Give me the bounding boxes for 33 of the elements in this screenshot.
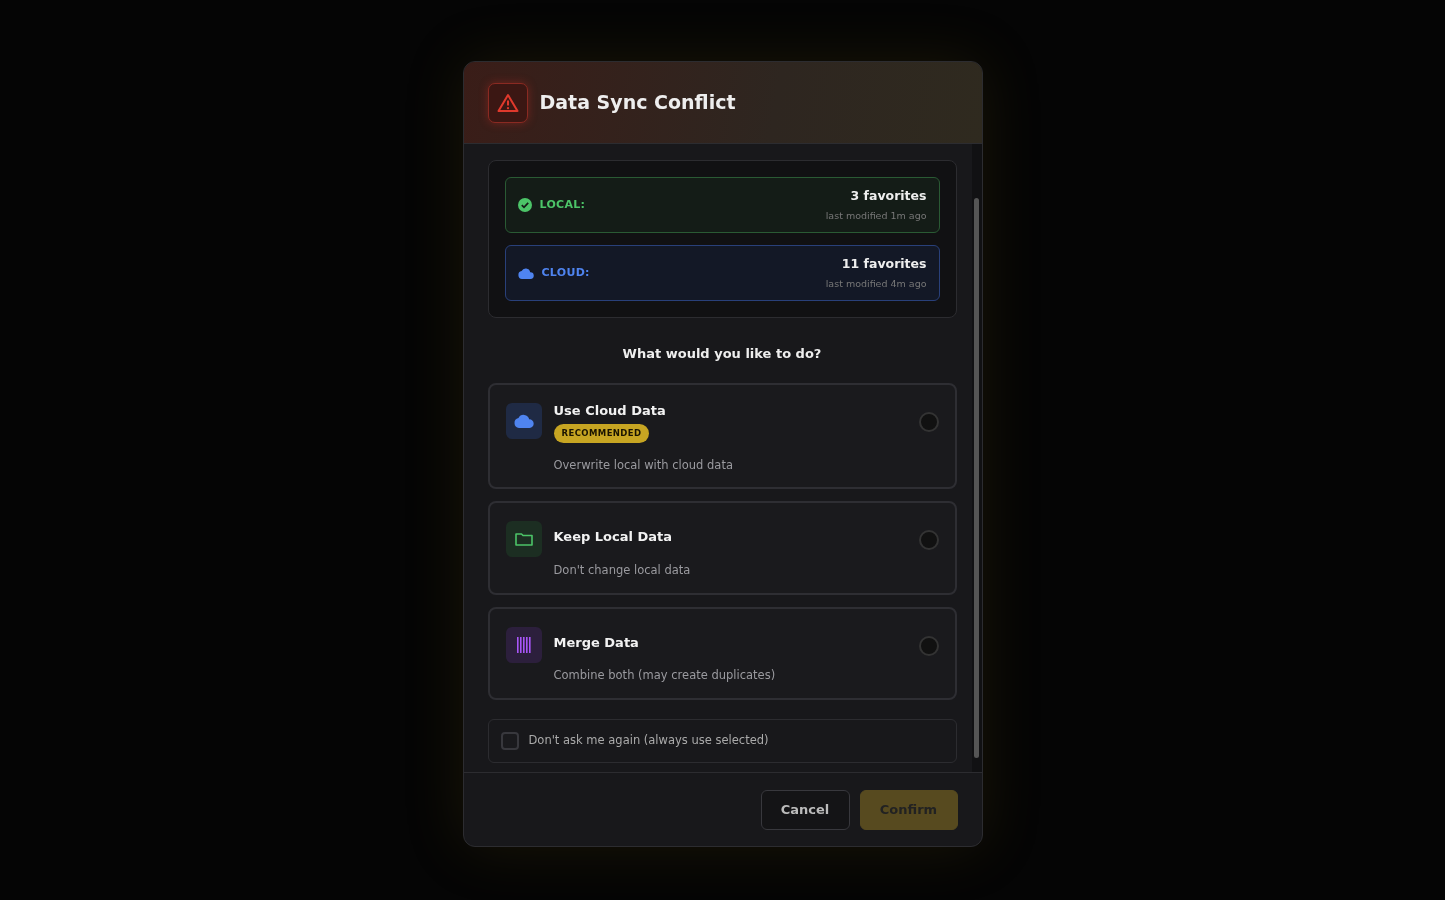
favorites-count: 3 favorites (850, 187, 927, 205)
scrollbar-thumb[interactable] (974, 198, 979, 758)
option-description: Combine both (may create duplicates) (553, 667, 776, 685)
question-text: What would you like to do? (621, 345, 823, 363)
favorites-count: 11 favorites (841, 255, 927, 273)
option-title: Use Cloud Data (553, 402, 666, 420)
option-description: Don't change local data (553, 562, 691, 580)
option-title: Keep Local Data (553, 529, 673, 547)
check-circle-icon (517, 198, 532, 212)
cloud-icon (505, 402, 542, 439)
modified-time: last modified 1m ago (825, 208, 927, 223)
radio-button[interactable] (918, 411, 939, 432)
option-card[interactable]: Merge Data Combine both (may create duplicates) (487, 606, 957, 700)
checkbox-label: Don't ask me again (always use selected) (528, 732, 769, 750)
cloud-icon (517, 267, 534, 279)
scrollbar[interactable] (971, 144, 982, 772)
checkbox[interactable] (500, 731, 519, 750)
modified-time: last modified 4m ago (825, 276, 927, 291)
remember-option[interactable]: Don't ask me again (always use selected) (487, 718, 957, 763)
option-card[interactable]: Use Cloud Data RECOMMENDED Overwrite local with cloud data (487, 382, 957, 490)
cancel-button[interactable]: Cancel (760, 789, 850, 830)
radio-button[interactable] (918, 635, 939, 656)
folder-icon (505, 521, 542, 558)
option-card[interactable]: Keep Local Data Don't change local data (487, 501, 957, 595)
source-label: CLOUD: (541, 264, 590, 281)
source-label: LOCAL: (539, 196, 586, 213)
recommended-badge: RECOMMENDED (553, 424, 650, 444)
dialog-title: Data Sync Conflict (539, 91, 736, 114)
bars-icon (505, 626, 542, 663)
option-title: Merge Data (553, 634, 639, 652)
warning-icon (487, 82, 528, 123)
option-description: Overwrite local with cloud data (553, 457, 733, 475)
radio-button[interactable] (918, 530, 939, 551)
